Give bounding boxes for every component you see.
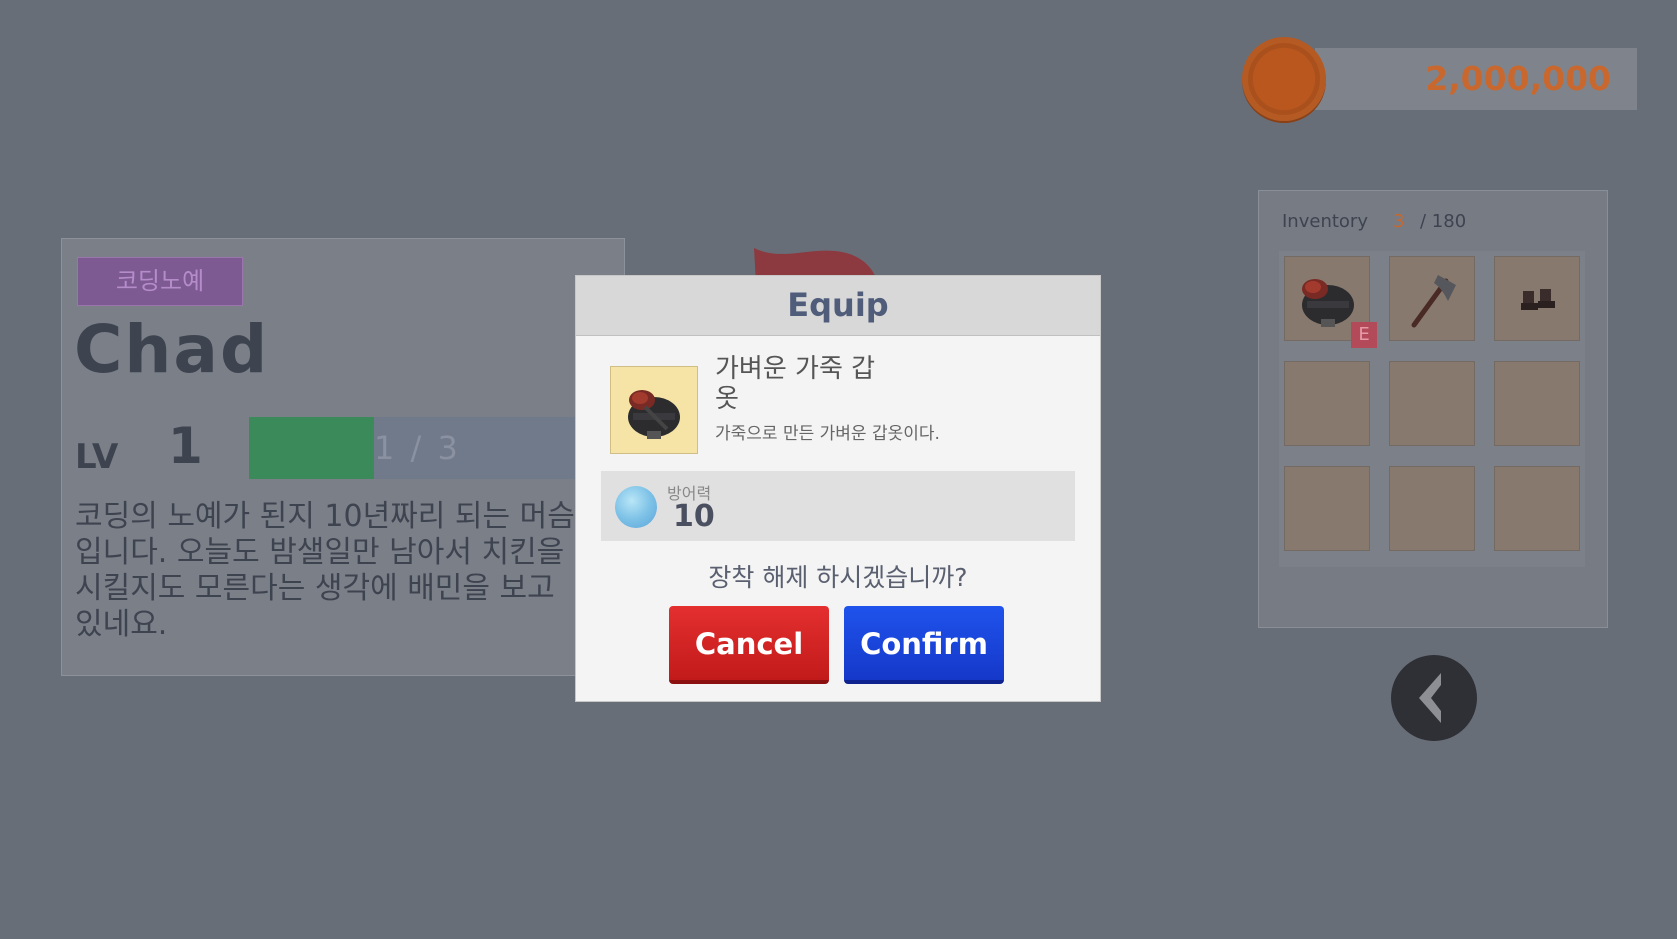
cancel-button[interactable]: Cancel	[669, 606, 829, 684]
character-description: 코딩의 노예가 된지 10년짜리 되는 머슴입니다. 오늘도 밤샐일만 남아서 …	[75, 499, 575, 642]
stat-box: 방어력 10	[601, 471, 1075, 541]
defense-orb-icon	[615, 486, 657, 528]
inventory-slot-boots[interactable]	[1494, 256, 1580, 341]
gold-display: 2,000,000	[1315, 48, 1637, 110]
dialog-question: 장착 해제 하시겠습니까?	[708, 563, 968, 592]
confirm-button[interactable]: Confirm	[844, 606, 1004, 684]
boots-icon	[1521, 289, 1555, 310]
dialog-title: Equip	[787, 286, 889, 324]
equip-dialog: Equip 가벼운 가죽 갑옷 가죽으로 만든 가벼운 갑옷이다. 방어력 10…	[575, 275, 1101, 702]
inventory-title: Inventory	[1282, 211, 1368, 232]
inventory-slot-armor[interactable]: E	[1284, 256, 1377, 348]
leather-armor-icon	[628, 390, 680, 439]
inventory-slot-empty[interactable]	[1284, 361, 1370, 446]
inventory-panel: Inventory 3 / 180 E	[1258, 190, 1608, 628]
gold-amount: 2,000,000	[1425, 59, 1611, 98]
character-title-tag: 코딩노예	[77, 257, 243, 306]
item-description: 가죽으로 만든 가벼운 갑옷이다.	[715, 424, 940, 444]
item-name: 가벼운 가죽 갑옷	[715, 354, 876, 414]
xp-bar: 1 / 3	[249, 417, 625, 479]
equipped-badge: E	[1351, 322, 1377, 348]
gold-coin-icon	[1242, 37, 1326, 121]
character-name: Chad	[74, 311, 270, 388]
inventory-slot-empty[interactable]	[1389, 361, 1475, 446]
chevron-left-icon	[1419, 673, 1441, 723]
back-button[interactable]	[1391, 655, 1477, 741]
axe-icon	[1411, 275, 1456, 328]
level-label: LV	[75, 437, 119, 477]
inventory-max: / 180	[1420, 211, 1467, 232]
item-icon-frame	[610, 366, 698, 454]
inventory-slot-axe[interactable]	[1389, 256, 1475, 341]
inventory-count: 3	[1393, 211, 1405, 232]
inventory-slot-empty[interactable]	[1494, 466, 1580, 551]
character-panel: 코딩노예 Chad LV 1 1 / 3 코딩의 노예가 된지 10년짜리 되는…	[61, 238, 625, 676]
inventory-slot-empty[interactable]	[1284, 466, 1370, 551]
xp-text: 1 / 3	[374, 429, 461, 467]
xp-bar-fill	[249, 417, 375, 479]
stat-value: 10	[673, 499, 715, 534]
inventory-slot-empty[interactable]	[1494, 361, 1580, 446]
level-value: 1	[168, 417, 203, 475]
inventory-slot-empty[interactable]	[1389, 466, 1475, 551]
inventory-grid: E	[1279, 251, 1585, 567]
